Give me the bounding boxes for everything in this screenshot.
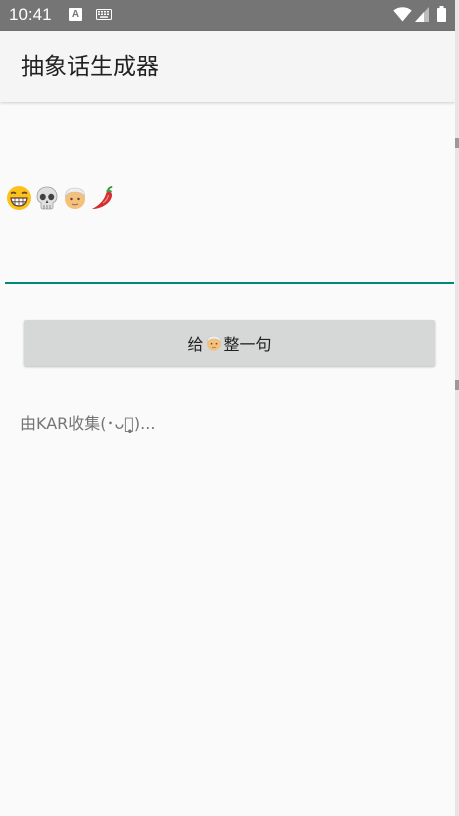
- skull-icon: [36, 186, 58, 210]
- generate-sentence-button[interactable]: 给 整一句: [24, 320, 435, 366]
- status-time: 10:41: [9, 5, 52, 24]
- app-title: 抽象话生成器: [21, 54, 159, 80]
- old-man-icon: [206, 335, 221, 351]
- signal-icon: [415, 7, 429, 22]
- credit-text: 由KAR收集(･ᴗ･̥̩̥̩)...: [20, 414, 156, 433]
- edge-scroll-mark: [455, 380, 459, 390]
- button-label-suffix: 整一句: [223, 335, 272, 354]
- app-bar: 抽象话生成器: [0, 31, 455, 102]
- wifi-icon: [393, 7, 412, 22]
- notification-a-icon: A: [69, 8, 82, 21]
- text-field-underline[interactable]: [5, 282, 454, 284]
- status-bar: 10:41 A: [0, 0, 455, 31]
- app-screen: 10:41 A 抽象话生成器 给 整一句 由KAR收集(･ᴗ･̥̩̥̩)...: [0, 0, 455, 816]
- button-label-prefix: 给: [187, 335, 204, 354]
- generated-text-output: [6, 185, 116, 211]
- old-man-icon: [65, 187, 85, 209]
- hot-pepper-icon: [92, 186, 113, 209]
- battery-icon: [437, 6, 446, 22]
- grinning-face-icon: [7, 186, 31, 210]
- keyboard-icon: [96, 9, 112, 20]
- edge-scroll-mark: [455, 138, 459, 148]
